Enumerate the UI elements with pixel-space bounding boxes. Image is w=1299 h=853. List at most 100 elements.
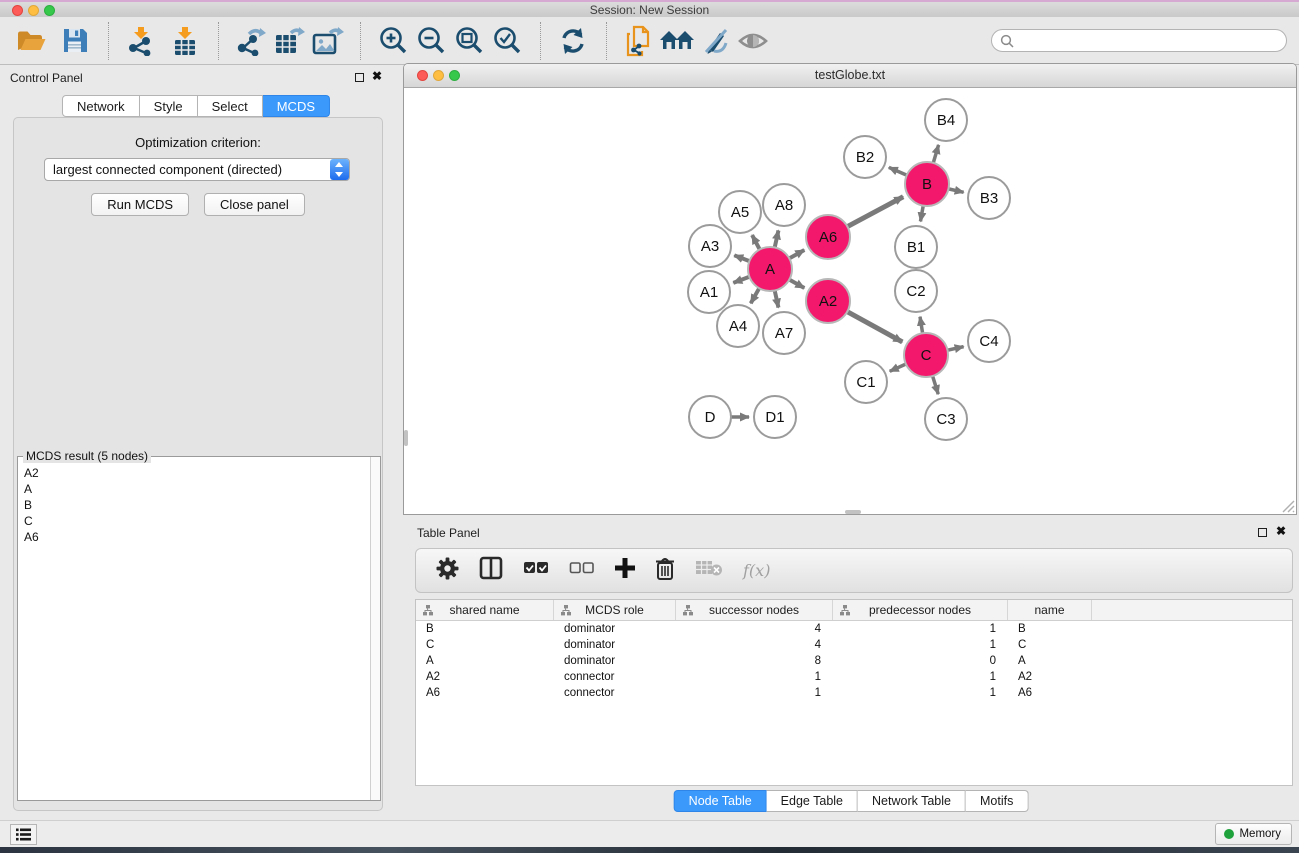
export-image-button[interactable] xyxy=(308,22,346,60)
result-scrollbar[interactable] xyxy=(370,457,380,800)
run-mcds-button[interactable]: Run MCDS xyxy=(91,193,189,216)
global-search-field[interactable] xyxy=(991,29,1287,52)
edge-B-B3[interactable] xyxy=(947,189,963,193)
vertical-scroll-thumb[interactable] xyxy=(404,430,408,446)
node-table: shared nameMCDS rolesuccessor nodesprede… xyxy=(415,599,1293,786)
import-table-button[interactable] xyxy=(166,22,204,60)
network-graph[interactable]: B4B2BB3A8A5A6A3B1AA1C2A2A4A7C4CC1C3DD1 xyxy=(404,88,1296,514)
cell: dominator xyxy=(554,637,676,653)
edge-B-B1[interactable] xyxy=(920,205,923,222)
edge-C-C3[interactable] xyxy=(932,375,938,394)
table-row[interactable]: Cdominator41C xyxy=(416,637,1292,653)
import-network-button[interactable] xyxy=(122,22,160,60)
column-header-MCDS-role[interactable]: MCDS role xyxy=(554,600,676,620)
criterion-dropdown-value: largest connected component (directed) xyxy=(45,162,330,177)
tab-network[interactable]: Network xyxy=(62,95,140,117)
edge-A-A1[interactable] xyxy=(733,276,750,282)
tab-mcds[interactable]: MCDS xyxy=(263,95,330,117)
list-icon xyxy=(16,828,31,841)
hide-annotations-button[interactable] xyxy=(696,22,734,60)
float-panel-icon[interactable] xyxy=(1258,528,1267,537)
delete-table-button[interactable] xyxy=(695,559,723,582)
select-all-rows-button[interactable] xyxy=(523,561,549,580)
close-panel-icon[interactable]: ✖ xyxy=(1276,524,1286,538)
column-header-successor-nodes[interactable]: successor nodes xyxy=(676,600,833,620)
network-from-selection-button[interactable] xyxy=(620,22,658,60)
column-selector-button[interactable] xyxy=(479,556,503,585)
node-label-C3: C3 xyxy=(936,411,955,428)
column-type-icon xyxy=(683,605,693,616)
tab-network-table[interactable]: Network Table xyxy=(858,790,966,812)
result-item[interactable]: A6 xyxy=(19,529,369,545)
edge-C-C2[interactable] xyxy=(920,317,923,335)
function-builder-button[interactable]: f(x) xyxy=(743,561,770,580)
edge-A-A4[interactable] xyxy=(751,287,760,303)
edge-A-A7[interactable] xyxy=(774,290,778,308)
resize-grip-icon[interactable] xyxy=(1280,498,1295,513)
zoom-selected-button[interactable] xyxy=(488,22,526,60)
column-header-shared-name[interactable]: shared name xyxy=(416,600,554,620)
edge-A-A8[interactable] xyxy=(774,230,778,248)
show-graphics-details-button[interactable] xyxy=(734,22,772,60)
edge-B-B4[interactable] xyxy=(933,145,939,164)
export-network-button[interactable] xyxy=(232,22,270,60)
tab-select[interactable]: Select xyxy=(198,95,263,117)
node-label-D: D xyxy=(705,409,716,426)
deselect-all-rows-button[interactable] xyxy=(569,561,595,580)
float-panel-icon[interactable] xyxy=(355,73,364,82)
show-panels-button[interactable] xyxy=(10,824,37,845)
table-row[interactable]: Adominator80A xyxy=(416,653,1292,669)
network-window-titlebar[interactable]: testGlobe.txt xyxy=(404,64,1296,88)
export-table-button[interactable] xyxy=(270,22,308,60)
network-canvas[interactable]: B4B2BB3A8A5A6A3B1AA1C2A2A4A7C4CC1C3DD1 xyxy=(404,88,1296,514)
edge-A-A6[interactable] xyxy=(788,250,804,259)
search-input[interactable] xyxy=(1014,32,1286,50)
tab-motifs[interactable]: Motifs xyxy=(966,790,1028,812)
export-image-icon xyxy=(311,26,344,56)
result-item[interactable]: A xyxy=(19,481,369,497)
tab-node-table[interactable]: Node Table xyxy=(674,790,767,812)
result-item[interactable]: A2 xyxy=(19,465,369,481)
table-row[interactable]: A2connector11A2 xyxy=(416,669,1292,685)
edge-A-A3[interactable] xyxy=(734,255,750,261)
tab-edge-table[interactable]: Edge Table xyxy=(767,790,858,812)
result-item[interactable]: B xyxy=(19,497,369,513)
close-panel-icon[interactable]: ✖ xyxy=(372,69,382,83)
close-panel-button[interactable]: Close panel xyxy=(204,193,305,216)
table-row[interactable]: A6connector11A6 xyxy=(416,685,1292,701)
edge-A-A5[interactable] xyxy=(752,235,760,250)
zoom-in-button[interactable] xyxy=(374,22,412,60)
zoom-fit-button[interactable] xyxy=(450,22,488,60)
delete-columns-button[interactable] xyxy=(655,557,675,585)
edge-A6-B[interactable] xyxy=(847,197,904,227)
edge-B-B2[interactable] xyxy=(889,167,908,175)
column-header-predecessor-nodes[interactable]: predecessor nodes xyxy=(833,600,1008,620)
home-icon xyxy=(659,28,695,54)
memory-button[interactable]: Memory xyxy=(1215,823,1292,845)
tab-style[interactable]: Style xyxy=(140,95,198,117)
mcds-result-list[interactable]: A2ABCA6 xyxy=(19,465,369,799)
plus-icon xyxy=(615,558,635,578)
add-column-button[interactable] xyxy=(615,558,635,583)
criterion-dropdown[interactable]: largest connected component (directed) xyxy=(44,158,350,181)
cell: A6 xyxy=(1008,685,1092,701)
zoom-out-button[interactable] xyxy=(412,22,450,60)
column-header-name[interactable]: name xyxy=(1008,600,1092,620)
cell: C xyxy=(1008,637,1092,653)
edge-C-C1[interactable] xyxy=(890,364,907,372)
horizontal-scroll-thumb[interactable] xyxy=(845,510,861,514)
table-settings-button[interactable] xyxy=(436,557,459,585)
cybrowser-home-button[interactable] xyxy=(658,22,696,60)
cell: A2 xyxy=(416,669,554,685)
edge-C-C4[interactable] xyxy=(946,347,963,351)
open-file-button[interactable] xyxy=(12,22,50,60)
open-folder-icon xyxy=(16,27,46,54)
result-item[interactable]: C xyxy=(19,513,369,529)
edge-A-A2[interactable] xyxy=(788,279,804,288)
cell: dominator xyxy=(554,621,676,637)
table-row[interactable]: Bdominator41B xyxy=(416,621,1292,637)
app-titlebar: Session: New Session xyxy=(0,0,1299,17)
save-session-button[interactable] xyxy=(56,22,94,60)
edge-A2-C[interactable] xyxy=(846,311,902,342)
refresh-button[interactable] xyxy=(554,22,592,60)
